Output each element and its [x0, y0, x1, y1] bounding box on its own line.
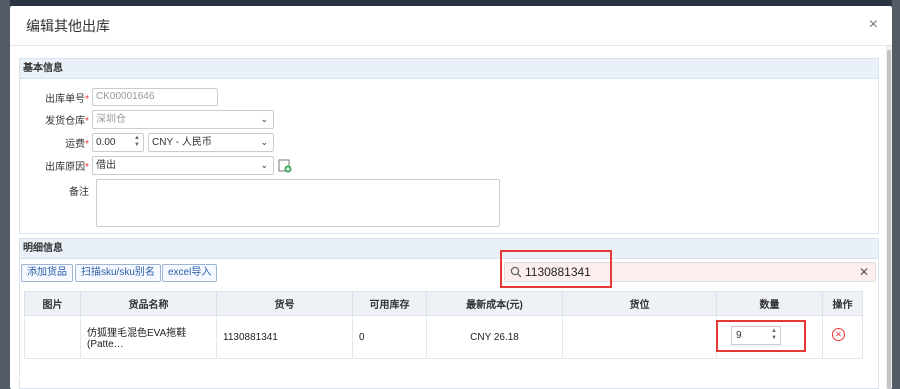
note-row: 备注	[20, 179, 500, 227]
clear-icon[interactable]: ✕	[859, 265, 869, 279]
cell-stock: 0	[352, 315, 427, 359]
scan-sku-button[interactable]: 扫描sku/sku别名	[75, 264, 161, 282]
freight-label: 运费	[65, 139, 86, 150]
delete-circle-icon[interactable]: ✕	[832, 328, 845, 341]
detail-title: 明细信息	[20, 239, 878, 259]
close-icon[interactable]: ×	[869, 16, 878, 34]
reason-row: 出库原因* 借出 ⌄	[20, 156, 292, 175]
watermark: 大数跨境 大数跨境	[8, 360, 110, 385]
svg-text:大数跨境: 大数跨境	[8, 362, 12, 363]
backdrop-right	[892, 0, 900, 389]
search-highlight-box	[500, 250, 612, 288]
warehouse-label: 发货仓库	[45, 116, 86, 127]
basic-info-title: 基本信息	[20, 59, 878, 79]
modal-scrollbar-thumb[interactable]	[887, 50, 891, 389]
col-header-name: 货品名称	[80, 291, 217, 316]
currency-value: CNY - 人民币	[152, 137, 212, 148]
watermark-text: 大数跨境	[42, 365, 110, 384]
currency-select[interactable]: CNY - 人民币 ⌄	[148, 133, 274, 152]
cell-sku: 1130881341	[216, 315, 353, 359]
warehouse-select[interactable]: 深圳仓 ⌄	[92, 110, 274, 129]
modal-header: 编辑其他出库 ×	[10, 6, 892, 46]
backdrop-left	[0, 0, 10, 389]
reason-value: 借出	[96, 160, 116, 171]
col-header-cost: 最新成本(元)	[426, 291, 563, 316]
order-no-input[interactable]: CK00001646	[92, 88, 218, 106]
note-textarea[interactable]	[96, 179, 500, 227]
col-header-image: 图片	[24, 291, 81, 316]
chevron-down-icon: ⌄	[260, 160, 268, 170]
cell-name: 仿狐狸毛混色EVA拖鞋 (Patte…	[80, 315, 217, 359]
reason-select[interactable]: 借出 ⌄	[92, 156, 274, 175]
col-header-location: 货位	[562, 291, 717, 316]
warehouse-row: 发货仓库* 深圳仓 ⌄	[20, 110, 274, 129]
freight-value: 0.00	[96, 137, 116, 148]
freight-input[interactable]: 0.00 ▲ ▼	[92, 133, 144, 152]
reason-label: 出库原因	[45, 162, 86, 173]
col-header-sku: 货号	[216, 291, 353, 316]
cell-cost: CNY 26.18	[426, 315, 563, 359]
warehouse-value: 深圳仓	[96, 114, 126, 125]
cell-image	[24, 315, 81, 359]
freight-row: 运费* 0.00 ▲ ▼ CNY - 人民币 ⌄	[20, 133, 274, 152]
order-no-row: 出库单号* CK00001646	[20, 88, 218, 106]
col-header-qty: 数量	[716, 291, 823, 316]
stepper-icon[interactable]: ▲ ▼	[134, 135, 140, 149]
col-header-action: 操作	[822, 291, 863, 316]
qty-highlight-box	[716, 320, 806, 352]
chevron-down-icon: ⌄	[260, 137, 268, 147]
order-no-label: 出库单号	[45, 93, 86, 105]
chevron-down-icon: ⌄	[260, 114, 268, 124]
col-header-stock: 可用库存	[352, 291, 427, 316]
modal-title: 编辑其他出库	[26, 17, 110, 34]
cell-location	[562, 315, 717, 359]
add-reason-icon[interactable]	[278, 159, 292, 173]
excel-import-button[interactable]: excel导入	[162, 264, 218, 282]
basic-info-panel: 基本信息 出库单号* CK00001646 发货仓库* 深圳仓 ⌄ 运费* 0.…	[19, 58, 879, 234]
note-label: 备注	[69, 187, 89, 198]
table-header-row: 图片 货品名称 货号 可用库存 最新成本(元) 货位 数量 操作	[24, 291, 863, 316]
watermark-logo-icon: 大数跨境	[8, 362, 37, 380]
add-goods-button[interactable]: 添加货品	[21, 264, 73, 282]
